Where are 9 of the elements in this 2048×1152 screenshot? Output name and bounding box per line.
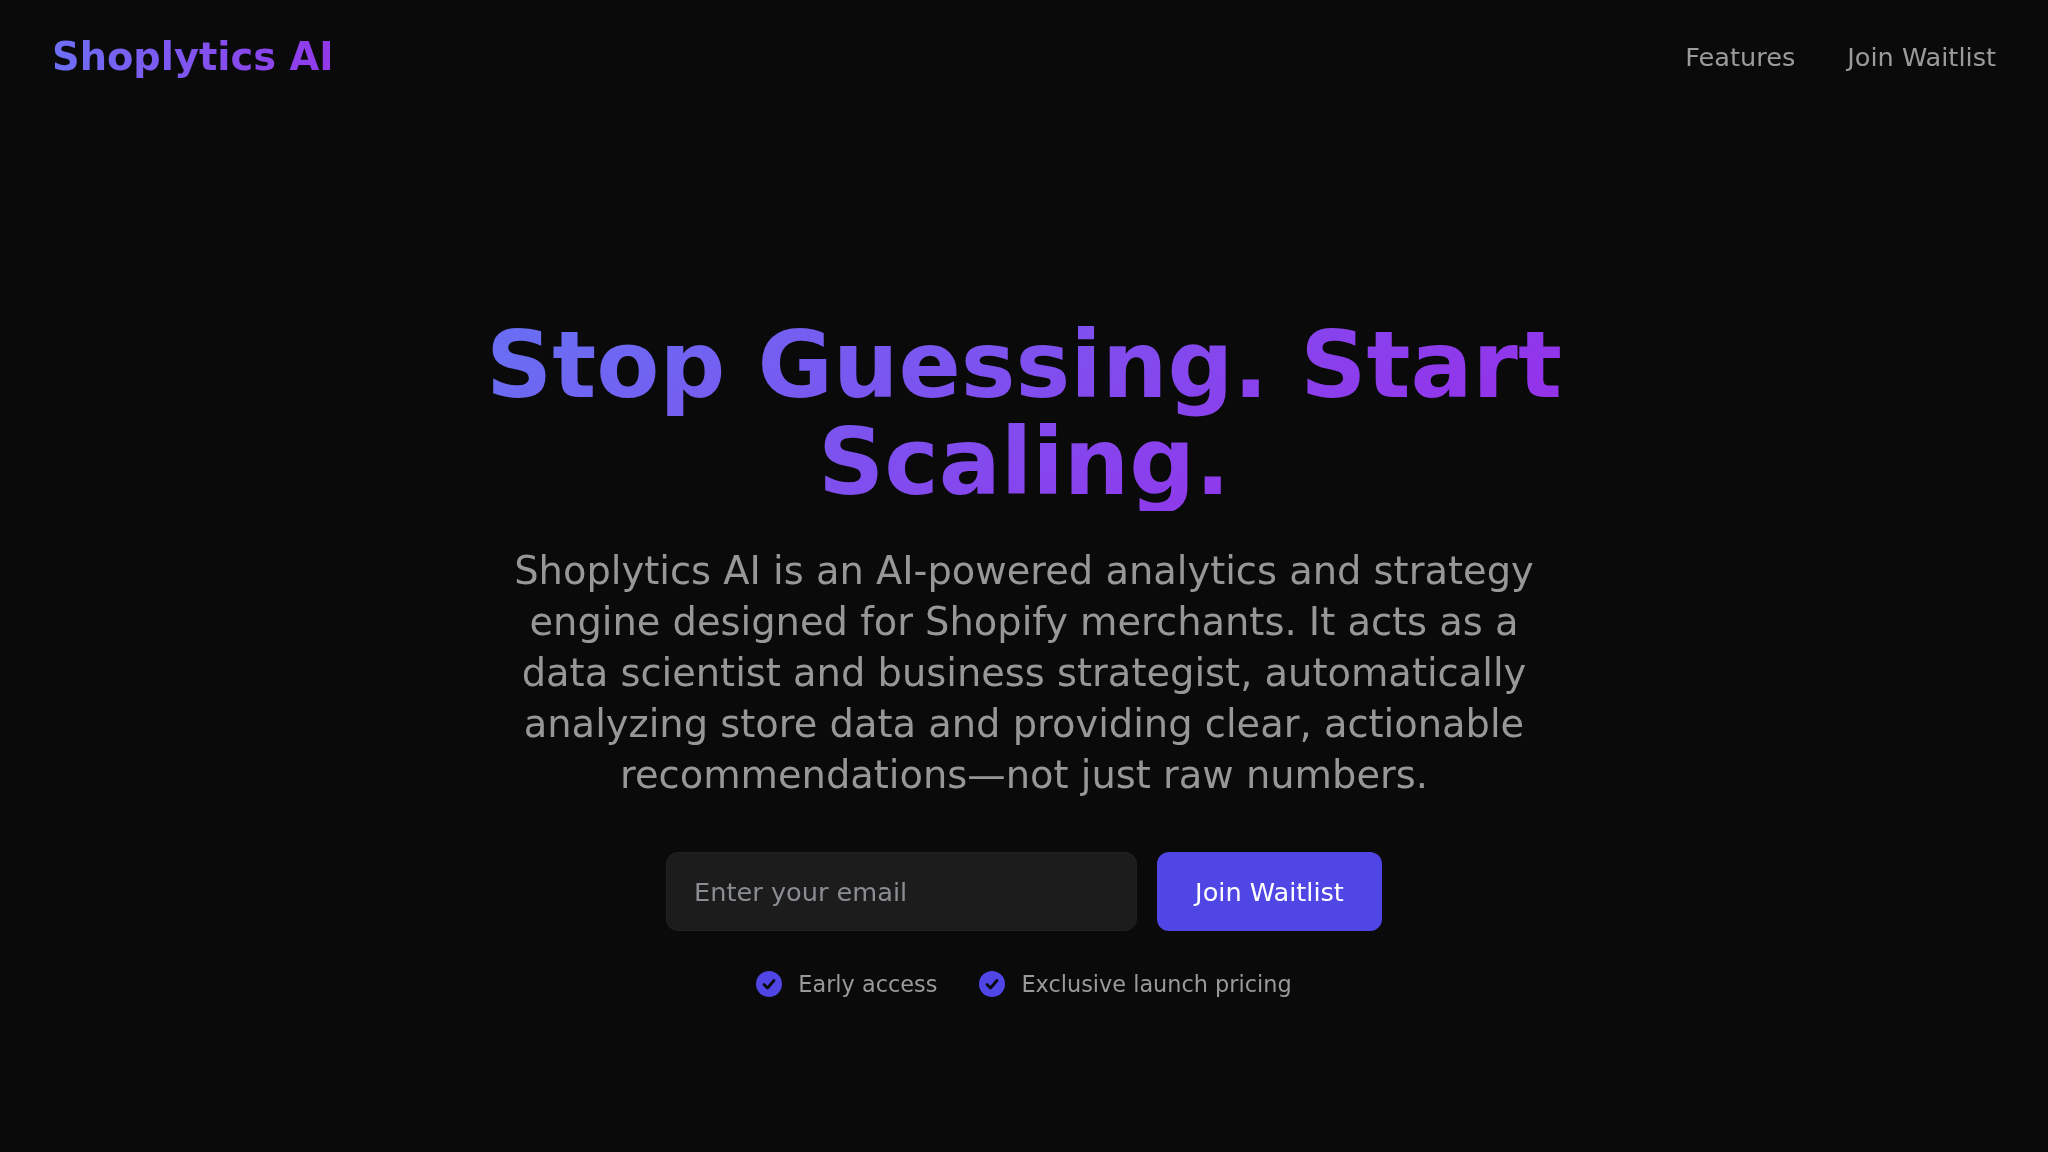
hero-description: Shoplytics AI is an AI-powered analytics and strategy engine designed for Shopify merchants. It acts as a data scientist and business strategist, automatically analyzing store data and providing clear, actionable recommendations—not just raw numbers. xyxy=(513,547,1535,799)
check-circle-icon xyxy=(979,971,1006,998)
email-input[interactable]: Enter your email xyxy=(666,852,1138,931)
join-waitlist-button[interactable]: Join Waitlist xyxy=(1157,852,1382,931)
nav-link[interactable]: Join Waitlist xyxy=(1847,42,1996,73)
perk-label: Early access xyxy=(798,971,938,998)
nav-link[interactable]: Features xyxy=(1685,42,1796,73)
check-circle-icon xyxy=(756,971,783,998)
perk-label: Exclusive launch pricing xyxy=(1021,971,1292,998)
